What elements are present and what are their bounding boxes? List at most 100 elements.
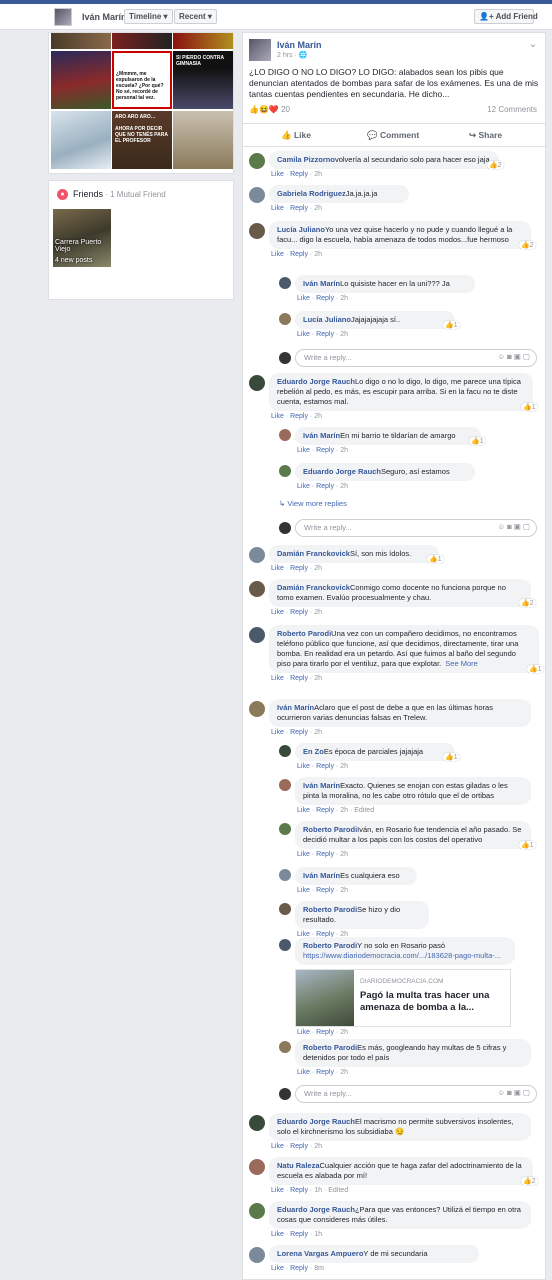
commenter-name[interactable]: Roberto Parodi: [303, 941, 357, 950]
commenter-avatar[interactable]: [249, 581, 265, 597]
commenter-avatar[interactable]: [279, 823, 291, 835]
comment-reaction-count[interactable]: 👍1: [519, 841, 536, 849]
comment-like-link[interactable]: Like: [271, 565, 284, 572]
comment-reply-link[interactable]: Reply: [316, 1069, 334, 1076]
commenter-avatar[interactable]: [279, 429, 291, 441]
comment-like-link[interactable]: Like: [297, 331, 310, 338]
comment-time[interactable]: 2h: [340, 331, 348, 338]
comment-time[interactable]: 1h: [314, 1187, 322, 1194]
comment-time[interactable]: 2h: [314, 251, 322, 258]
comment-like-link[interactable]: Like: [297, 1069, 310, 1076]
commenter-name[interactable]: Damián Franckovick: [277, 549, 350, 558]
comment-reply-link[interactable]: Reply: [290, 609, 308, 616]
comment-reply-link[interactable]: Reply: [290, 565, 308, 572]
commenter-avatar[interactable]: [279, 779, 291, 791]
comment-like-link[interactable]: Like: [271, 171, 284, 178]
comment-time[interactable]: 2h: [340, 483, 348, 490]
link-preview-card[interactable]: DIARIODEMOCRACIA.COM Pagó la multa tras h…: [295, 969, 511, 1027]
commenter-avatar[interactable]: [249, 375, 265, 391]
photo-thumb[interactable]: [112, 33, 172, 49]
comment-reply-link[interactable]: Reply: [290, 205, 308, 212]
comment-time[interactable]: 2h: [340, 295, 348, 302]
photo-thumb-meme[interactable]: SI PIERDO CONTRA GIMNASIA: [173, 51, 233, 109]
comment-like-link[interactable]: Like: [271, 1231, 284, 1238]
comment-like-link[interactable]: Like: [297, 295, 310, 302]
comment-like-link[interactable]: Like: [271, 251, 284, 258]
comment-like-link[interactable]: Like: [297, 483, 310, 490]
commenter-name[interactable]: Lorena Vargas Ampuero: [277, 1249, 363, 1258]
photo-thumb[interactable]: [51, 33, 111, 49]
commenter-name[interactable]: Damián Franckovick: [277, 583, 350, 592]
comment-like-link[interactable]: Like: [271, 1143, 284, 1150]
commenter-avatar[interactable]: [279, 939, 291, 951]
commenter-avatar[interactable]: [249, 1203, 265, 1219]
commenter-name[interactable]: En Zo: [303, 747, 324, 756]
photo-thumb[interactable]: [51, 51, 111, 109]
commenter-name[interactable]: Roberto Parodi: [303, 905, 357, 914]
commenter-name[interactable]: Camila Pizzorno: [277, 155, 335, 164]
reply-tools-icons[interactable]: ☺ ◙ ▣ ▢: [497, 522, 530, 531]
commenter-avatar[interactable]: [279, 745, 291, 757]
comment-time[interactable]: 1h: [314, 1231, 322, 1238]
reply-tools-icons[interactable]: ☺ ◙ ▣ ▢: [497, 352, 530, 361]
timeline-dropdown[interactable]: Timeline ▾: [124, 9, 173, 24]
commenter-avatar[interactable]: [249, 1115, 265, 1131]
comment-reaction-count[interactable]: 👍2: [519, 599, 536, 607]
reply-tools-icons[interactable]: ☺ ◙ ▣ ▢: [497, 1088, 530, 1097]
post-reactions[interactable]: 👍😆❤️ 20: [249, 105, 290, 114]
photo-thumb[interactable]: [173, 33, 233, 49]
profile-name[interactable]: Iván Marín: [82, 12, 127, 22]
post-author-name[interactable]: Iván Marín: [277, 40, 322, 50]
comment-time[interactable]: 2h: [314, 1143, 322, 1150]
commenter-name[interactable]: Eduardo Jorge Rauch: [277, 1117, 355, 1126]
comment-like-link[interactable]: Like: [271, 675, 284, 682]
photo-thumb[interactable]: [173, 111, 233, 169]
post-options-icon[interactable]: ⌄: [529, 39, 537, 50]
comment-time[interactable]: 2h: [314, 413, 322, 420]
comment-reply-link[interactable]: Reply: [316, 763, 334, 770]
comment-reaction-count[interactable]: 👍1: [443, 321, 460, 329]
comment-reply-link[interactable]: Reply: [316, 851, 334, 858]
comment-like-link[interactable]: Like: [297, 447, 310, 454]
commenter-name[interactable]: Eduardo Jorge Rauch: [277, 1205, 355, 1214]
commenter-avatar[interactable]: [249, 701, 265, 717]
commenter-name[interactable]: Iván Marín: [303, 279, 340, 288]
photo-thumb[interactable]: [51, 111, 111, 169]
comment-reaction-count[interactable]: 👍2: [519, 241, 536, 249]
comment-reaction-count[interactable]: 👍1: [443, 753, 460, 761]
comment-reaction-count[interactable]: 👍1: [521, 403, 538, 411]
commenter-name[interactable]: Iván Marín: [303, 781, 340, 790]
comment-time[interactable]: 2h: [340, 1069, 348, 1076]
comment-like-link[interactable]: Like: [271, 609, 284, 616]
comment-like-link[interactable]: Like: [297, 851, 310, 858]
comment-reaction-count[interactable]: 👍1: [469, 437, 486, 445]
comment-time[interactable]: 2h: [340, 807, 348, 814]
comment-time[interactable]: 2h: [340, 447, 348, 454]
commenter-avatar[interactable]: [249, 153, 265, 169]
commenter-avatar[interactable]: [249, 187, 265, 203]
comment-reply-link[interactable]: Reply: [290, 1187, 308, 1194]
comment-reaction-count[interactable]: 👍2: [487, 161, 504, 169]
commenter-avatar[interactable]: [249, 223, 265, 239]
write-reply-input[interactable]: Write a reply... ☺ ◙ ▣ ▢: [295, 1085, 537, 1103]
comment-like-link[interactable]: Like: [271, 1265, 284, 1272]
commenter-avatar[interactable]: [249, 1159, 265, 1175]
commenter-avatar[interactable]: [279, 903, 291, 915]
write-reply-input[interactable]: Write a reply... ☺ ◙ ▣ ▢: [295, 349, 537, 367]
commenter-name[interactable]: Gabriela Rodriguez: [277, 189, 346, 198]
write-reply-input[interactable]: Write a reply... ☺ ◙ ▣ ▢: [295, 519, 537, 537]
comment-time[interactable]: 2h: [314, 609, 322, 616]
commenter-name[interactable]: Natu Raleza: [277, 1161, 320, 1170]
comment-reply-link[interactable]: Reply: [290, 675, 308, 682]
comment-reply-link[interactable]: Reply: [290, 1265, 308, 1272]
commenter-name[interactable]: Iván Marín: [277, 703, 314, 712]
commenter-name[interactable]: Lucía Juliano: [303, 315, 351, 324]
commenter-name[interactable]: Eduardo Jorge Rauch: [303, 467, 381, 476]
commenter-name[interactable]: Lucía Juliano: [277, 225, 325, 234]
commenter-name[interactable]: Roberto Parodi: [303, 1043, 357, 1052]
friend-card[interactable]: Carrera Puerto Viejo 4 new posts: [53, 209, 111, 267]
comment-time[interactable]: 2h: [314, 565, 322, 572]
comment-time[interactable]: 2h: [314, 171, 322, 178]
recent-dropdown[interactable]: Recent ▾: [174, 9, 217, 24]
commenter-avatar[interactable]: [279, 465, 291, 477]
